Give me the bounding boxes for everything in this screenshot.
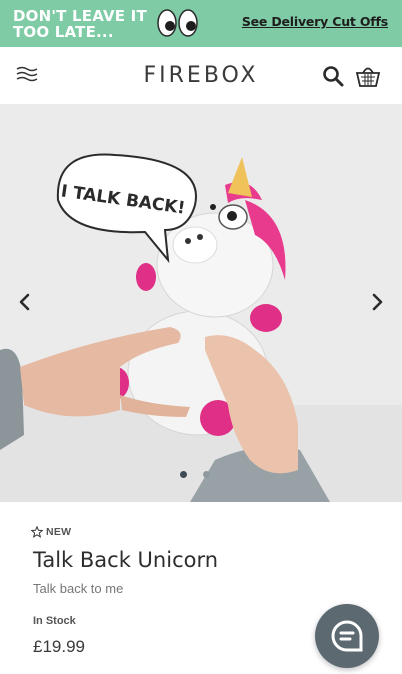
promo-headline: DON'T LEAVE IT TOO LATE... — [13, 6, 147, 41]
new-badge: NEW — [31, 526, 71, 538]
chevron-left-icon[interactable] — [14, 290, 36, 314]
basket-icon[interactable] — [355, 64, 381, 88]
star-icon — [31, 526, 43, 538]
delivery-cutoffs-link[interactable]: See Delivery Cut Offs — [242, 14, 388, 29]
stock-status: In Stock — [33, 615, 76, 627]
chevron-right-icon[interactable] — [366, 290, 388, 314]
product-subtitle: Talk back to me — [33, 581, 124, 596]
promo-banner: DON'T LEAVE IT TOO LATE... See Delivery … — [0, 0, 402, 47]
chat-icon — [331, 620, 363, 652]
product-image: I TALK BACK! — [0, 105, 402, 502]
gallery-dot-1[interactable] — [180, 471, 187, 478]
product-price: £19.99 — [33, 637, 85, 656]
chat-button[interactable] — [315, 604, 379, 668]
new-badge-label: NEW — [46, 526, 72, 538]
product-title: Talk Back Unicorn — [33, 548, 219, 572]
site-header: FIREBOX — [0, 47, 402, 105]
gallery-pagination — [180, 471, 210, 478]
product-image-gallery[interactable]: I TALK BACK! — [0, 105, 402, 502]
gallery-dot-2[interactable] — [203, 471, 210, 478]
search-icon[interactable] — [322, 65, 344, 87]
googly-eyes-icon — [157, 9, 198, 37]
